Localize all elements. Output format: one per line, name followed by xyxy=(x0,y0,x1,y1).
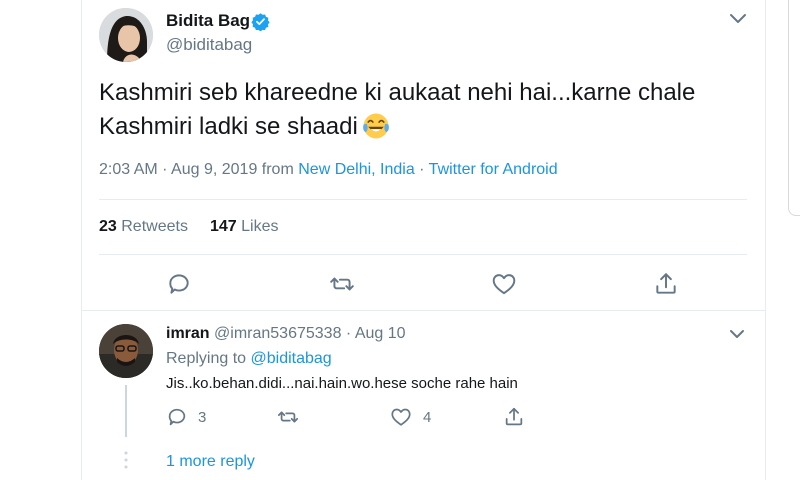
tweet-timestamp[interactable]: 2:03 AM · Aug 9, 2019 from xyxy=(99,161,298,178)
retweets-count: 23 xyxy=(99,218,117,235)
meta-separator: · xyxy=(414,161,429,178)
replying-to-handle[interactable]: @biditabag xyxy=(251,350,332,367)
divider xyxy=(82,310,765,311)
replying-to-prefix: Replying to xyxy=(166,350,251,367)
reply-icon[interactable] xyxy=(166,271,192,297)
reply-author-handle[interactable]: @imran53675338 xyxy=(214,325,341,342)
likes-count: 147 xyxy=(209,218,237,235)
face-with-tears-of-joy-emoji xyxy=(362,113,389,139)
replying-to: Replying to @biditabag xyxy=(166,350,332,368)
share-icon[interactable] xyxy=(653,271,679,297)
author-handle[interactable]: @biditabag xyxy=(166,35,252,55)
panel-left-border xyxy=(81,0,82,480)
chevron-down-icon[interactable] xyxy=(729,328,745,340)
tweet-text: Kashmiri seb khareedne ki aukaat nehi ha… xyxy=(99,76,759,144)
tweet-metadata: 2:03 AM · Aug 9, 2019 from New Delhi, In… xyxy=(99,161,558,179)
reply-count: 3 xyxy=(198,409,207,426)
reply-author-avatar-image xyxy=(99,324,153,378)
like-count: 4 xyxy=(423,409,432,426)
verified-badge-icon xyxy=(251,13,270,31)
chevron-down-icon[interactable] xyxy=(729,12,747,26)
reply-author-avatar[interactable] xyxy=(99,324,153,378)
side-panel-edge xyxy=(788,0,800,216)
tweet-stats: 23 Retweets 147 Likes xyxy=(99,218,278,236)
retweet-icon[interactable] xyxy=(277,406,299,428)
author-avatar[interactable] xyxy=(99,8,153,62)
panel-right-border xyxy=(765,0,766,480)
author-avatar-image xyxy=(99,8,153,62)
like-icon[interactable] xyxy=(390,406,412,428)
retweets-stat[interactable]: 23 Retweets xyxy=(99,218,188,235)
retweets-label: Retweets xyxy=(121,218,188,235)
thread-dots xyxy=(124,451,128,469)
tweet-location-link[interactable]: New Delhi, India xyxy=(298,161,415,178)
likes-label: Likes xyxy=(241,218,279,235)
thread-line xyxy=(125,385,127,437)
likes-stat[interactable]: 147 Likes xyxy=(210,218,279,235)
author-name[interactable]: Bidita Bag xyxy=(166,11,250,31)
tweet-source-link[interactable]: Twitter for Android xyxy=(429,161,558,178)
reply-author-name[interactable]: imran xyxy=(166,325,210,342)
tweet-detail-view: Bidita Bag @biditabag Kashmiri seb khare… xyxy=(0,0,800,480)
reply-date[interactable]: Aug 10 xyxy=(355,325,406,342)
reply-text: Jis..ko.behan.didi...nai.hain.wo.hese so… xyxy=(166,375,518,392)
share-icon[interactable] xyxy=(503,406,525,428)
show-more-replies-link[interactable]: 1 more reply xyxy=(166,453,255,471)
divider xyxy=(99,254,747,255)
tweet-text-content: Kashmiri seb khareedne ki aukaat nehi ha… xyxy=(99,79,696,140)
divider xyxy=(99,199,747,200)
like-icon[interactable] xyxy=(491,271,517,297)
reply-separator: · xyxy=(341,325,355,342)
retweet-icon[interactable] xyxy=(329,271,355,297)
reply-icon[interactable] xyxy=(166,406,188,428)
reply-header: imran @imran53675338 · Aug 10 xyxy=(166,325,406,343)
